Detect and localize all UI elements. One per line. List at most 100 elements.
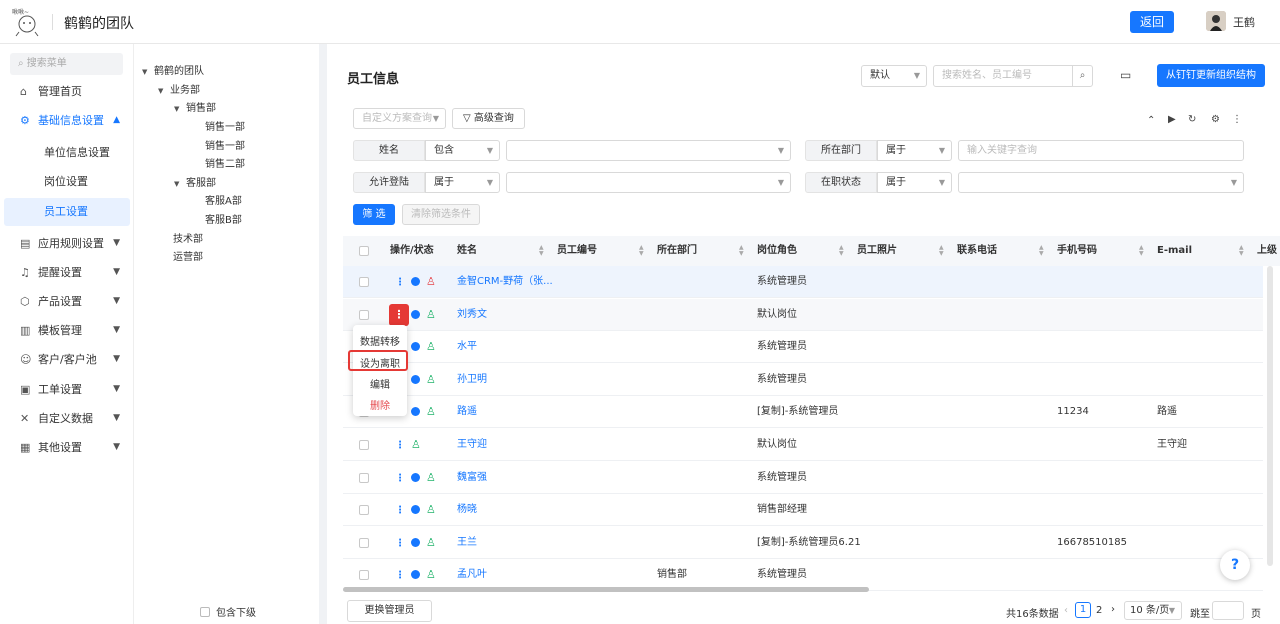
employee-name[interactable]: 金智CRM-野荷（张... xyxy=(457,266,553,298)
row-checkbox[interactable] xyxy=(359,472,369,483)
sidebar-item-custom-data[interactable]: ✕ 自定义数据 ▼ xyxy=(0,404,134,433)
sidebar-item-unit-info[interactable]: 单位信息设置 xyxy=(0,139,134,167)
table-row[interactable]: ⋮♙ 水平 系统管理员 xyxy=(343,331,1263,364)
monitor-icon[interactable]: ▭ xyxy=(1120,68,1131,82)
status-operator-select[interactable]: 属于 ▼ xyxy=(877,172,952,193)
filter-button[interactable]: 筛 选 xyxy=(353,204,395,225)
row-checkbox[interactable] xyxy=(359,537,369,548)
dept-keyword-input[interactable]: 输入关键字查询 xyxy=(958,140,1244,161)
tree-node[interactable]: ▼ 销售部 xyxy=(174,99,216,114)
dept-operator-select[interactable]: 属于 ▼ xyxy=(877,140,952,161)
sort-icon[interactable]: ▲ ▼ xyxy=(1039,245,1044,257)
sidebar-item-employee[interactable]: 员工设置 xyxy=(4,198,130,226)
sidebar-item-template[interactable]: ▥ 模板管理 ▼ xyxy=(0,316,134,345)
sidebar-item-basic-info[interactable]: ⚙ 基础信息设置 ▲ xyxy=(0,106,134,135)
tree-node[interactable]: 客服B部 xyxy=(205,211,242,226)
menu-edit[interactable]: 编辑 xyxy=(353,376,407,391)
sort-icon[interactable]: ▲ ▼ xyxy=(1239,245,1244,257)
sidebar-item-reminder[interactable]: ♫ 提醒设置 ▼ xyxy=(0,258,134,287)
col-name[interactable]: 姓名 xyxy=(457,236,477,266)
col-dept[interactable]: 所在部门 xyxy=(657,236,697,266)
sidebar-item-ticket[interactable]: ▣ 工单设置 ▼ xyxy=(0,375,134,404)
tree-node[interactable]: 客服A部 xyxy=(205,192,242,207)
more-icon[interactable]: ⋮ xyxy=(395,277,405,288)
row-checkbox[interactable] xyxy=(359,570,369,581)
tree-node[interactable]: ▼ 客服部 xyxy=(174,174,216,189)
table-row[interactable]: ⋮ ♙ 王兰 [复制]-系统管理员6.21 16678510185 xyxy=(343,527,1263,559)
tree-node[interactable]: 销售一部 xyxy=(205,137,245,152)
table-row[interactable]: ⋮♙ 刘秀文 默认岗位 xyxy=(343,298,1263,331)
horizontal-scrollbar[interactable] xyxy=(343,587,869,592)
row-checkbox[interactable] xyxy=(359,505,369,516)
advanced-query-button[interactable]: ▽ 高级查询 xyxy=(452,108,525,129)
change-admin-button[interactable]: 更换管理员 xyxy=(347,600,432,622)
back-button[interactable]: 返回 xyxy=(1130,11,1174,33)
employee-name[interactable]: 路遥 xyxy=(457,396,553,428)
page-1[interactable]: 1 xyxy=(1075,602,1091,618)
employee-name[interactable]: 孙卫明 xyxy=(457,364,553,396)
menu-delete[interactable]: 删除 xyxy=(353,397,407,412)
name-operator-select[interactable]: 包含 ▼ xyxy=(425,140,500,161)
sort-icon[interactable]: ▲ ▼ xyxy=(539,245,544,257)
more-icon[interactable]: ⋮ xyxy=(395,473,405,484)
col-role[interactable]: 岗位角色 xyxy=(757,236,797,266)
sidebar-item-home[interactable]: ⌂ 管理首页 xyxy=(0,77,134,106)
view-select[interactable]: 默认 ▼ xyxy=(861,65,927,87)
table-row[interactable]: ⋮ ♙ 王守迎 默认岗位 王守迎 xyxy=(343,429,1263,461)
more-icon[interactable]: ⋮ xyxy=(395,570,405,581)
page-size-select[interactable]: 10 条/页 ▼ xyxy=(1124,601,1182,620)
sort-icon[interactable]: ▲ ▼ xyxy=(839,245,844,257)
table-row[interactable]: ⋮♙ 路遥 [复制]-系统管理员 11234 路遥 xyxy=(343,396,1263,429)
collapse-up-icon[interactable]: ⌃ xyxy=(1147,115,1155,126)
more-vertical-icon[interactable]: ⋮ xyxy=(1232,114,1242,125)
select-all-checkbox[interactable] xyxy=(359,246,369,256)
employee-name[interactable]: 魏富强 xyxy=(457,462,553,494)
more-icon[interactable]: ⋮ xyxy=(395,505,405,516)
sidebar-item-app-rules[interactable]: ▤ 应用规则设置 ▼ xyxy=(0,229,134,258)
col-superior[interactable]: 上级 xyxy=(1257,236,1277,266)
sort-icon[interactable]: ▲ ▼ xyxy=(939,245,944,257)
more-icon[interactable]: ⋮ xyxy=(395,440,405,451)
sort-icon[interactable]: ▲ ▼ xyxy=(1139,245,1144,257)
help-button[interactable]: ? xyxy=(1220,550,1250,580)
settings-icon[interactable]: ⚙ xyxy=(1211,114,1220,125)
tree-node[interactable]: ▼ 鹤鹤的团队 xyxy=(142,62,204,77)
user-avatar[interactable] xyxy=(1206,11,1226,31)
employee-name[interactable]: 王守迎 xyxy=(457,429,553,461)
play-icon[interactable]: ▶ xyxy=(1168,114,1176,125)
row-checkbox[interactable] xyxy=(359,309,369,320)
user-name[interactable]: 王鹤 xyxy=(1233,14,1255,30)
name-value-select[interactable]: ▼ xyxy=(506,140,791,161)
table-row[interactable]: ⋮ ♙ 杨晓 销售部经理 xyxy=(343,494,1263,527)
col-mobile[interactable]: 手机号码 xyxy=(1057,236,1097,266)
sort-icon[interactable]: ▲ ▼ xyxy=(739,245,744,257)
col-phone[interactable]: 联系电话 xyxy=(957,236,997,266)
row-checkbox[interactable] xyxy=(359,440,369,450)
table-row[interactable]: ⋮♙ 孙卫明 系统管理员 xyxy=(343,364,1263,396)
login-operator-select[interactable]: 属于 ▼ xyxy=(425,172,500,193)
tree-node[interactable]: 销售二部 xyxy=(205,155,245,170)
refresh-icon[interactable]: ↻ xyxy=(1188,114,1196,125)
menu-search-input[interactable]: ⌕ 搜索菜单 xyxy=(10,53,123,75)
table-row[interactable]: ⋮ ♙ 金智CRM-野荷（张... 系统管理员 xyxy=(343,266,1263,298)
row-checkbox[interactable] xyxy=(359,277,369,287)
employee-name[interactable]: 王兰 xyxy=(457,527,553,559)
status-value-select[interactable]: ▼ xyxy=(958,172,1244,193)
employee-name[interactable]: 水平 xyxy=(457,331,553,363)
clear-filter-button[interactable]: 清除筛选条件 xyxy=(402,204,480,225)
sort-icon[interactable]: ▲ ▼ xyxy=(639,245,644,257)
menu-data-transfer[interactable]: 数据转移 xyxy=(353,333,407,348)
search-icon[interactable]: ⌕ xyxy=(1072,66,1092,86)
vertical-scrollbar[interactable] xyxy=(1267,266,1273,566)
sidebar-item-position[interactable]: 岗位设置 xyxy=(0,168,134,196)
jump-page-input[interactable] xyxy=(1212,601,1244,620)
employee-name[interactable]: 刘秀文 xyxy=(457,299,553,331)
tree-node[interactable]: 运营部 xyxy=(173,248,203,263)
custom-query-select[interactable]: 自定义方案查询 ▼ xyxy=(353,108,446,129)
prev-page-icon[interactable]: ‹ xyxy=(1064,605,1068,616)
sidebar-item-other[interactable]: ▦ 其他设置 ▼ xyxy=(0,433,134,462)
more-icon[interactable]: ⋮ xyxy=(395,538,405,549)
tree-node[interactable]: 销售一部 xyxy=(205,118,245,133)
tree-node[interactable]: 技术部 xyxy=(173,230,203,245)
employee-name[interactable]: 杨晓 xyxy=(457,494,553,526)
